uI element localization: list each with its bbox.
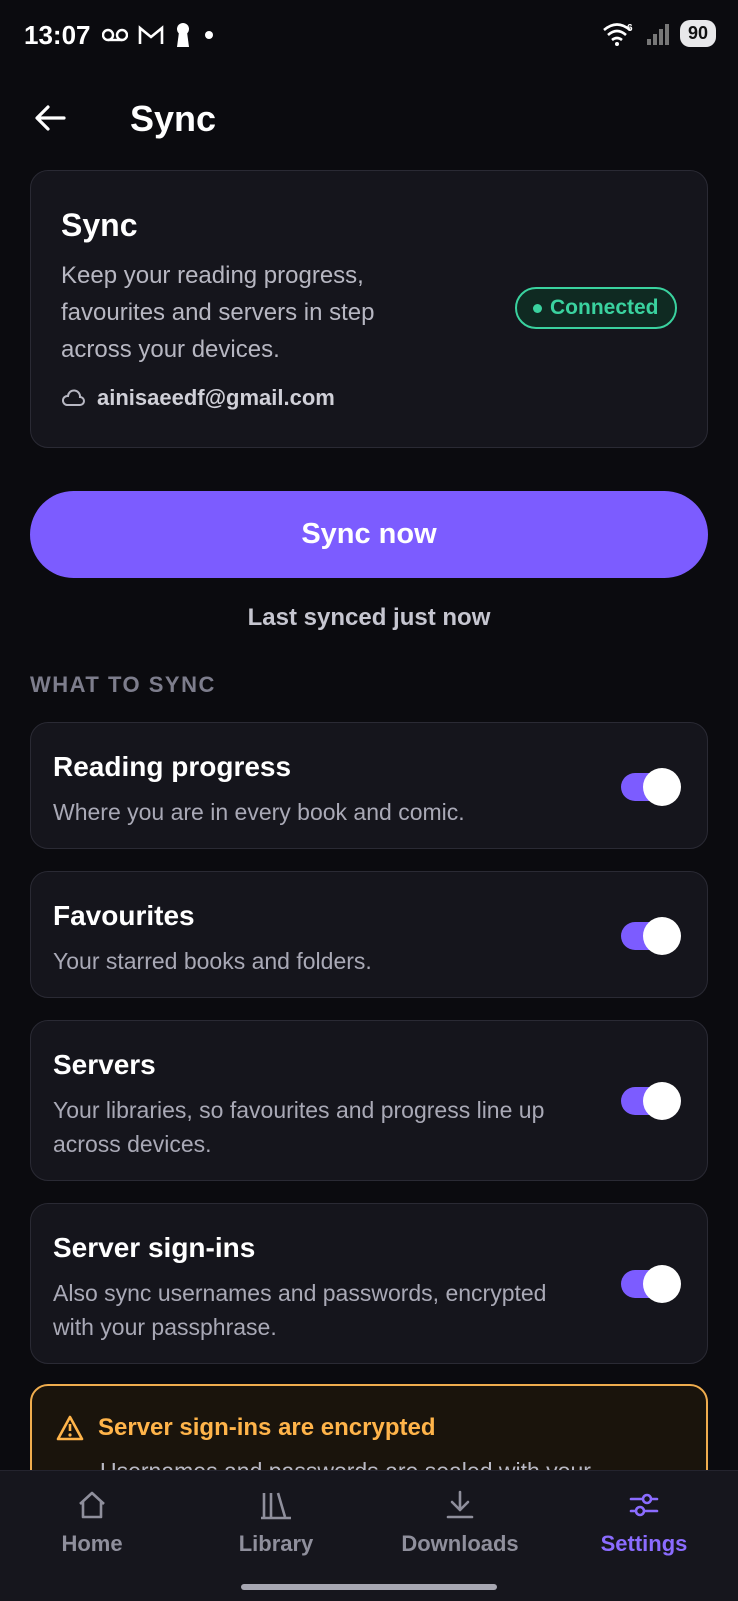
toggle-description: Also sync usernames and passwords, encry… xyxy=(53,1280,547,1340)
notification-dot-icon xyxy=(205,31,213,39)
battery-indicator: 90 xyxy=(679,20,716,47)
svg-text:6: 6 xyxy=(627,23,633,34)
home-indicator[interactable] xyxy=(241,1584,497,1590)
nav-item-home[interactable]: Home xyxy=(0,1489,184,1557)
back-button[interactable] xyxy=(28,96,72,140)
last-synced-text: Last synced just now xyxy=(247,604,491,631)
toggle-knob xyxy=(643,917,681,955)
status-notification-icons xyxy=(102,22,216,48)
sync-status-card: Sync Keep your reading progress, favouri… xyxy=(30,170,708,448)
section-header-what-to-sync: WHAT TO SYNC xyxy=(30,672,216,697)
status-system-icons: 6 90 xyxy=(602,20,716,47)
toggle-card-server-sign-ins: Server sign-ins Also sync usernames and … xyxy=(30,1203,708,1364)
nav-label-library: Library xyxy=(238,1531,314,1556)
nav-label-settings: Settings xyxy=(600,1531,688,1556)
cloud-icon xyxy=(61,389,85,406)
toggle-description: Where you are in every book and comic. xyxy=(53,799,465,825)
library-icon xyxy=(261,1492,291,1520)
arrow-left-icon xyxy=(35,105,66,131)
nav-label-downloads: Downloads xyxy=(401,1531,519,1556)
nav-item-settings[interactable]: Settings xyxy=(552,1489,736,1557)
toggle-knob xyxy=(643,768,681,806)
home-icon xyxy=(79,1491,105,1519)
toggle-title: Servers xyxy=(53,1049,156,1080)
signal-icon xyxy=(646,23,669,45)
status-time: 13:07 xyxy=(24,20,91,50)
settings-sliders-icon xyxy=(629,1493,659,1517)
status-badge-label: Connected xyxy=(550,296,659,319)
toggle-description: Your starred books and folders. xyxy=(53,948,372,974)
keyhole-icon xyxy=(177,23,189,47)
toggle-title: Server sign-ins xyxy=(53,1232,256,1263)
nav-item-library[interactable]: Library xyxy=(184,1489,368,1557)
sync-card-description: Keep your reading progress, favourites a… xyxy=(61,262,375,363)
reading-progress-toggle[interactable] xyxy=(621,768,681,806)
status-dot-icon xyxy=(533,303,542,313)
gmail-icon xyxy=(138,25,164,44)
warning-title: Server sign-ins are encrypted xyxy=(98,1414,436,1441)
bottom-navigation: Home Library Downloads Settings xyxy=(0,1470,738,1601)
toggle-knob xyxy=(643,1265,681,1303)
toggle-knob xyxy=(643,1082,681,1120)
download-icon xyxy=(446,1490,474,1519)
account-row: ainisaeedf@gmail.com xyxy=(61,385,335,411)
server-sign-ins-toggle[interactable] xyxy=(621,1265,681,1303)
toggle-card-reading-progress: Reading progress Where you are in every … xyxy=(30,722,708,849)
warning-title-row: Server sign-ins are encrypted xyxy=(56,1414,435,1442)
toggle-title: Reading progress xyxy=(53,751,292,782)
account-email: ainisaeedf@gmail.com xyxy=(97,385,335,410)
toggle-card-servers: Servers Your libraries, so favourites an… xyxy=(30,1020,708,1181)
wifi-icon: 6 xyxy=(603,23,633,46)
status-badge: Connected xyxy=(515,287,677,329)
favourites-toggle[interactable] xyxy=(621,917,681,955)
status-bar: 13:07 6 90 xyxy=(0,0,738,72)
app-bar: Sync xyxy=(0,80,738,156)
nav-label-home: Home xyxy=(61,1531,123,1556)
toggle-card-favourites: Favourites Your starred books and folder… xyxy=(30,871,708,998)
warning-triangle-icon xyxy=(56,1415,84,1441)
sync-card-title: Sync xyxy=(61,207,138,243)
sync-now-button[interactable]: Sync now xyxy=(30,491,708,578)
toggle-description: Your libraries, so favourites and progre… xyxy=(53,1097,545,1157)
servers-toggle[interactable] xyxy=(621,1082,681,1120)
page-title: Sync xyxy=(130,98,217,139)
toggle-title: Favourites xyxy=(53,900,195,931)
voicemail-icon xyxy=(102,28,128,42)
nav-item-downloads[interactable]: Downloads xyxy=(368,1489,552,1557)
